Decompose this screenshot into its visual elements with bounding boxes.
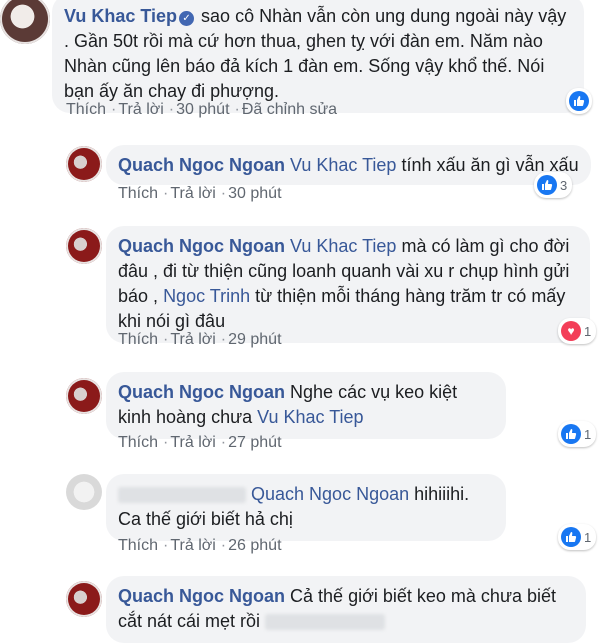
reaction-count: 3 [560,177,568,193]
avatar[interactable] [66,581,102,617]
reaction-count: 1 [584,323,592,339]
blurred-author-name [118,487,246,504]
like-link[interactable]: Thích [118,185,158,202]
like-link[interactable]: Thích [118,537,158,554]
avatar[interactable] [66,228,102,264]
like-reaction-icon [537,175,557,195]
comment-bubble: Quach Ngoc Ngoan Nghe các vụ keo kiệt ki… [106,372,506,439]
reply-link[interactable]: Trả lời [170,537,215,554]
comment-actions: Thích · Trả lời · 27 phút [118,434,282,451]
mention-tag[interactable]: Quach Ngoc Ngoan [251,484,409,504]
reply-link[interactable]: Trả lời [118,101,163,118]
comment-time[interactable]: 27 phút [228,434,281,451]
comment-time[interactable]: 29 phút [228,331,281,348]
comment-bubble: Quach Ngoc Ngoan Vu Khac Tiep mà có làm … [106,226,590,343]
avatar[interactable] [0,0,50,44]
reaction-summary[interactable]: 3 [534,172,573,198]
comment-actions: Thích · Trả lời · 29 phút [118,331,282,348]
comment-time[interactable]: 26 phút [228,537,281,554]
comment-time[interactable]: 30 phút [228,185,281,202]
comment-bubble: Quach Ngoc Ngoan hihiiihi. Ca thế giới b… [106,474,506,541]
comment-author[interactable]: Quach Ngoc Ngoan [118,155,285,175]
verified-badge-icon: ✓ [179,11,195,26]
reaction-summary[interactable]: ♥ 1 [558,318,597,344]
avatar[interactable] [66,146,102,182]
like-link[interactable]: Thích [118,331,158,348]
mention-tag[interactable]: Ngoc Trinh [163,286,250,306]
comment-author[interactable]: Quach Ngoc Ngoan [118,236,285,256]
like-reaction-icon [561,424,581,444]
reply-link[interactable]: Trả lời [170,185,215,202]
comment-bubble: Quach Ngoc Ngoan Cả thế giới biết keo mà… [106,576,586,643]
avatar[interactable] [66,378,102,414]
reaction-count: 1 [584,529,592,545]
reaction-summary[interactable]: 1 [558,524,597,550]
heart-reaction-icon: ♥ [561,321,581,341]
mention-tag[interactable]: Vu Khac Tiep [257,407,363,427]
reply-link[interactable]: Trả lời [170,434,215,451]
mention-tag[interactable]: Vu Khac Tiep [290,155,396,175]
comment-actions: Thích · Trả lời · 30 phút [118,185,282,202]
comment-time[interactable]: 30 phút [176,101,229,118]
mention-tag[interactable]: Vu Khac Tiep [290,236,396,256]
comment-author[interactable]: Vu Khac Tiep [64,6,177,26]
avatar[interactable] [66,474,102,510]
reaction-summary[interactable]: 1 [558,421,597,447]
comment-author[interactable]: Quach Ngoc Ngoan [118,382,285,402]
comment-actions: Thích · Trả lời · 30 phút · Đã chỉnh sửa [66,101,338,118]
comment-actions: Thích · Trả lời · 26 phút [118,537,282,554]
like-link[interactable]: Thích [118,434,158,451]
comment-bubble: Vu Khac Tiep ✓ sao cô Nhàn vẫn còn ung du… [52,0,584,113]
blurred-mention [265,614,386,631]
like-link[interactable]: Thích [66,101,106,118]
comment-bubble: Quach Ngoc Ngoan Vu Khac Tiep tính xấu ă… [106,145,591,185]
like-reaction-icon [569,91,589,111]
like-reaction-icon [561,527,581,547]
edited-label: Đã chỉnh sửa [241,101,338,118]
reaction-summary[interactable] [566,88,592,114]
reply-link[interactable]: Trả lời [170,331,215,348]
comment-author[interactable]: Quach Ngoc Ngoan [118,586,285,606]
reaction-count: 1 [584,426,592,442]
